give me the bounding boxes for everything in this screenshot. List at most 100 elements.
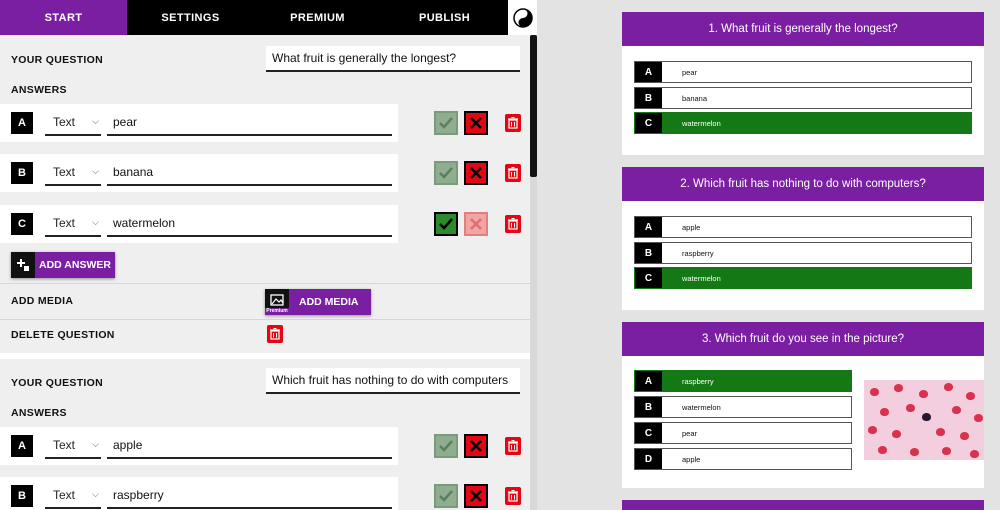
preview-option[interactable]: Apear xyxy=(634,61,972,83)
preview-option[interactable]: Dapple xyxy=(634,448,852,470)
delete-answer-button[interactable] xyxy=(505,437,521,455)
yin-yang-icon[interactable] xyxy=(508,0,537,35)
option-text: banana xyxy=(682,93,708,103)
answer-input[interactable]: watermelon xyxy=(107,210,392,237)
chevron-down-icon: ⌵ xyxy=(92,489,99,499)
app-window: START SETTINGS PREMIUM PUBLISH YOUR QUES… xyxy=(0,0,1000,510)
trash-icon xyxy=(508,218,518,230)
preview-option[interactable]: Cpear xyxy=(634,422,852,444)
answer-type-select[interactable]: Text ⌵ xyxy=(45,432,101,459)
add-media-button[interactable]: Premium ADD MEDIA xyxy=(265,289,371,315)
answers-label: ANSWERS xyxy=(11,84,67,96)
trash-icon xyxy=(508,440,518,452)
preview-question-title: 2. Which fruit has nothing to do with co… xyxy=(622,167,984,201)
scrollbar-thumb[interactable] xyxy=(530,35,537,177)
preview-option[interactable]: Bbanana xyxy=(634,87,972,109)
divider xyxy=(0,283,530,284)
cross-icon xyxy=(470,117,482,129)
mark-correct-button[interactable] xyxy=(434,212,458,236)
preview-card-1: 1. What fruit is generally the longest? … xyxy=(622,12,984,155)
delete-answer-button[interactable] xyxy=(505,487,521,505)
trash-icon xyxy=(508,167,518,179)
answer-type-select[interactable]: Text ⌵ xyxy=(45,482,101,509)
add-media-label: ADD MEDIA xyxy=(11,295,74,307)
question-label: YOUR QUESTION xyxy=(11,377,103,389)
mark-incorrect-button[interactable] xyxy=(464,484,488,508)
option-text: watermelon xyxy=(682,273,721,283)
mark-incorrect-button[interactable] xyxy=(464,111,488,135)
question-label: YOUR QUESTION xyxy=(11,54,103,66)
answer-input[interactable]: banana xyxy=(107,159,392,186)
add-answer-button[interactable]: ADD ANSWER xyxy=(11,252,115,278)
cross-icon xyxy=(470,440,482,452)
add-media-button-label: ADD MEDIA xyxy=(299,296,359,308)
option-text: raspberry xyxy=(682,248,714,258)
delete-question-button[interactable] xyxy=(267,325,283,343)
check-icon xyxy=(439,117,453,129)
cross-icon xyxy=(470,167,482,179)
preview-card-4 xyxy=(622,500,984,510)
chevron-down-icon: ⌵ xyxy=(92,166,99,176)
mark-incorrect-button[interactable] xyxy=(464,212,488,236)
question-editor-1: YOUR QUESTION What fruit is generally th… xyxy=(0,35,530,355)
option-text: watermelon xyxy=(682,118,721,128)
chevron-down-icon: ⌵ xyxy=(92,116,99,126)
mark-correct-button[interactable] xyxy=(434,434,458,458)
question-input[interactable]: What fruit is generally the longest? xyxy=(266,46,520,72)
preview-question-title: 1. What fruit is generally the longest? xyxy=(622,12,984,46)
preview-option[interactable]: Bwatermelon xyxy=(634,396,852,418)
question-input[interactable]: Which fruit has nothing to do with compu… xyxy=(266,368,520,394)
option-letter: A xyxy=(635,62,662,82)
option-letter: A xyxy=(635,371,662,391)
check-icon xyxy=(439,167,453,179)
top-navigation: START SETTINGS PREMIUM PUBLISH xyxy=(0,0,537,35)
option-letter: A xyxy=(635,217,662,237)
preview-option[interactable]: Aapple xyxy=(634,216,972,238)
mark-incorrect-button[interactable] xyxy=(464,161,488,185)
question-editor-2: YOUR QUESTION Which fruit has nothing to… xyxy=(0,359,530,510)
option-letter: C xyxy=(635,268,662,288)
answer-type-select[interactable]: Text ⌵ xyxy=(45,210,101,237)
check-icon xyxy=(439,440,453,452)
check-icon xyxy=(439,218,453,230)
answer-row-c: C Text ⌵ watermelon xyxy=(0,205,398,243)
option-letter: C xyxy=(635,423,662,443)
mark-correct-button[interactable] xyxy=(434,484,458,508)
chevron-down-icon: ⌵ xyxy=(92,217,99,227)
raspberries-photo xyxy=(864,380,984,460)
option-text: apple xyxy=(682,222,701,232)
answer-type-value: Text xyxy=(53,437,76,452)
answer-input[interactable]: apple xyxy=(107,432,392,459)
answer-input[interactable]: pear xyxy=(107,109,392,136)
mark-incorrect-button[interactable] xyxy=(464,434,488,458)
answer-type-select[interactable]: Text ⌵ xyxy=(45,159,101,186)
preview-card-header xyxy=(622,500,984,510)
mark-correct-button[interactable] xyxy=(434,161,458,185)
add-answer-label: ADD ANSWER xyxy=(39,259,111,271)
answer-letter: A xyxy=(11,112,33,134)
preview-option[interactable]: Braspberry xyxy=(634,242,972,264)
tab-premium[interactable]: PREMIUM xyxy=(254,0,381,35)
trash-icon xyxy=(508,490,518,502)
image-icon: Premium xyxy=(265,289,289,315)
delete-question-label: DELETE QUESTION xyxy=(11,329,115,341)
option-letter: B xyxy=(635,397,662,417)
delete-answer-button[interactable] xyxy=(505,114,521,132)
tab-start[interactable]: START xyxy=(0,0,127,35)
quiz-editor: START SETTINGS PREMIUM PUBLISH YOUR QUES… xyxy=(0,0,537,510)
preview-option-correct[interactable]: Cwatermelon xyxy=(634,267,972,289)
preview-option-correct[interactable]: Cwatermelon xyxy=(634,112,972,134)
delete-answer-button[interactable] xyxy=(505,164,521,182)
delete-answer-button[interactable] xyxy=(505,215,521,233)
answer-input[interactable]: raspberry xyxy=(107,482,392,509)
mark-correct-button[interactable] xyxy=(434,111,458,135)
tab-settings[interactable]: SETTINGS xyxy=(127,0,254,35)
option-text: pear xyxy=(682,428,698,438)
cross-icon xyxy=(470,490,482,502)
tab-publish[interactable]: PUBLISH xyxy=(381,0,508,35)
answer-type-value: Text xyxy=(53,164,76,179)
answer-type-value: Text xyxy=(53,487,76,502)
editor-scrollbar[interactable] xyxy=(530,35,537,510)
preview-option-correct[interactable]: Araspberry xyxy=(634,370,852,392)
answer-type-select[interactable]: Text ⌵ xyxy=(45,109,101,136)
